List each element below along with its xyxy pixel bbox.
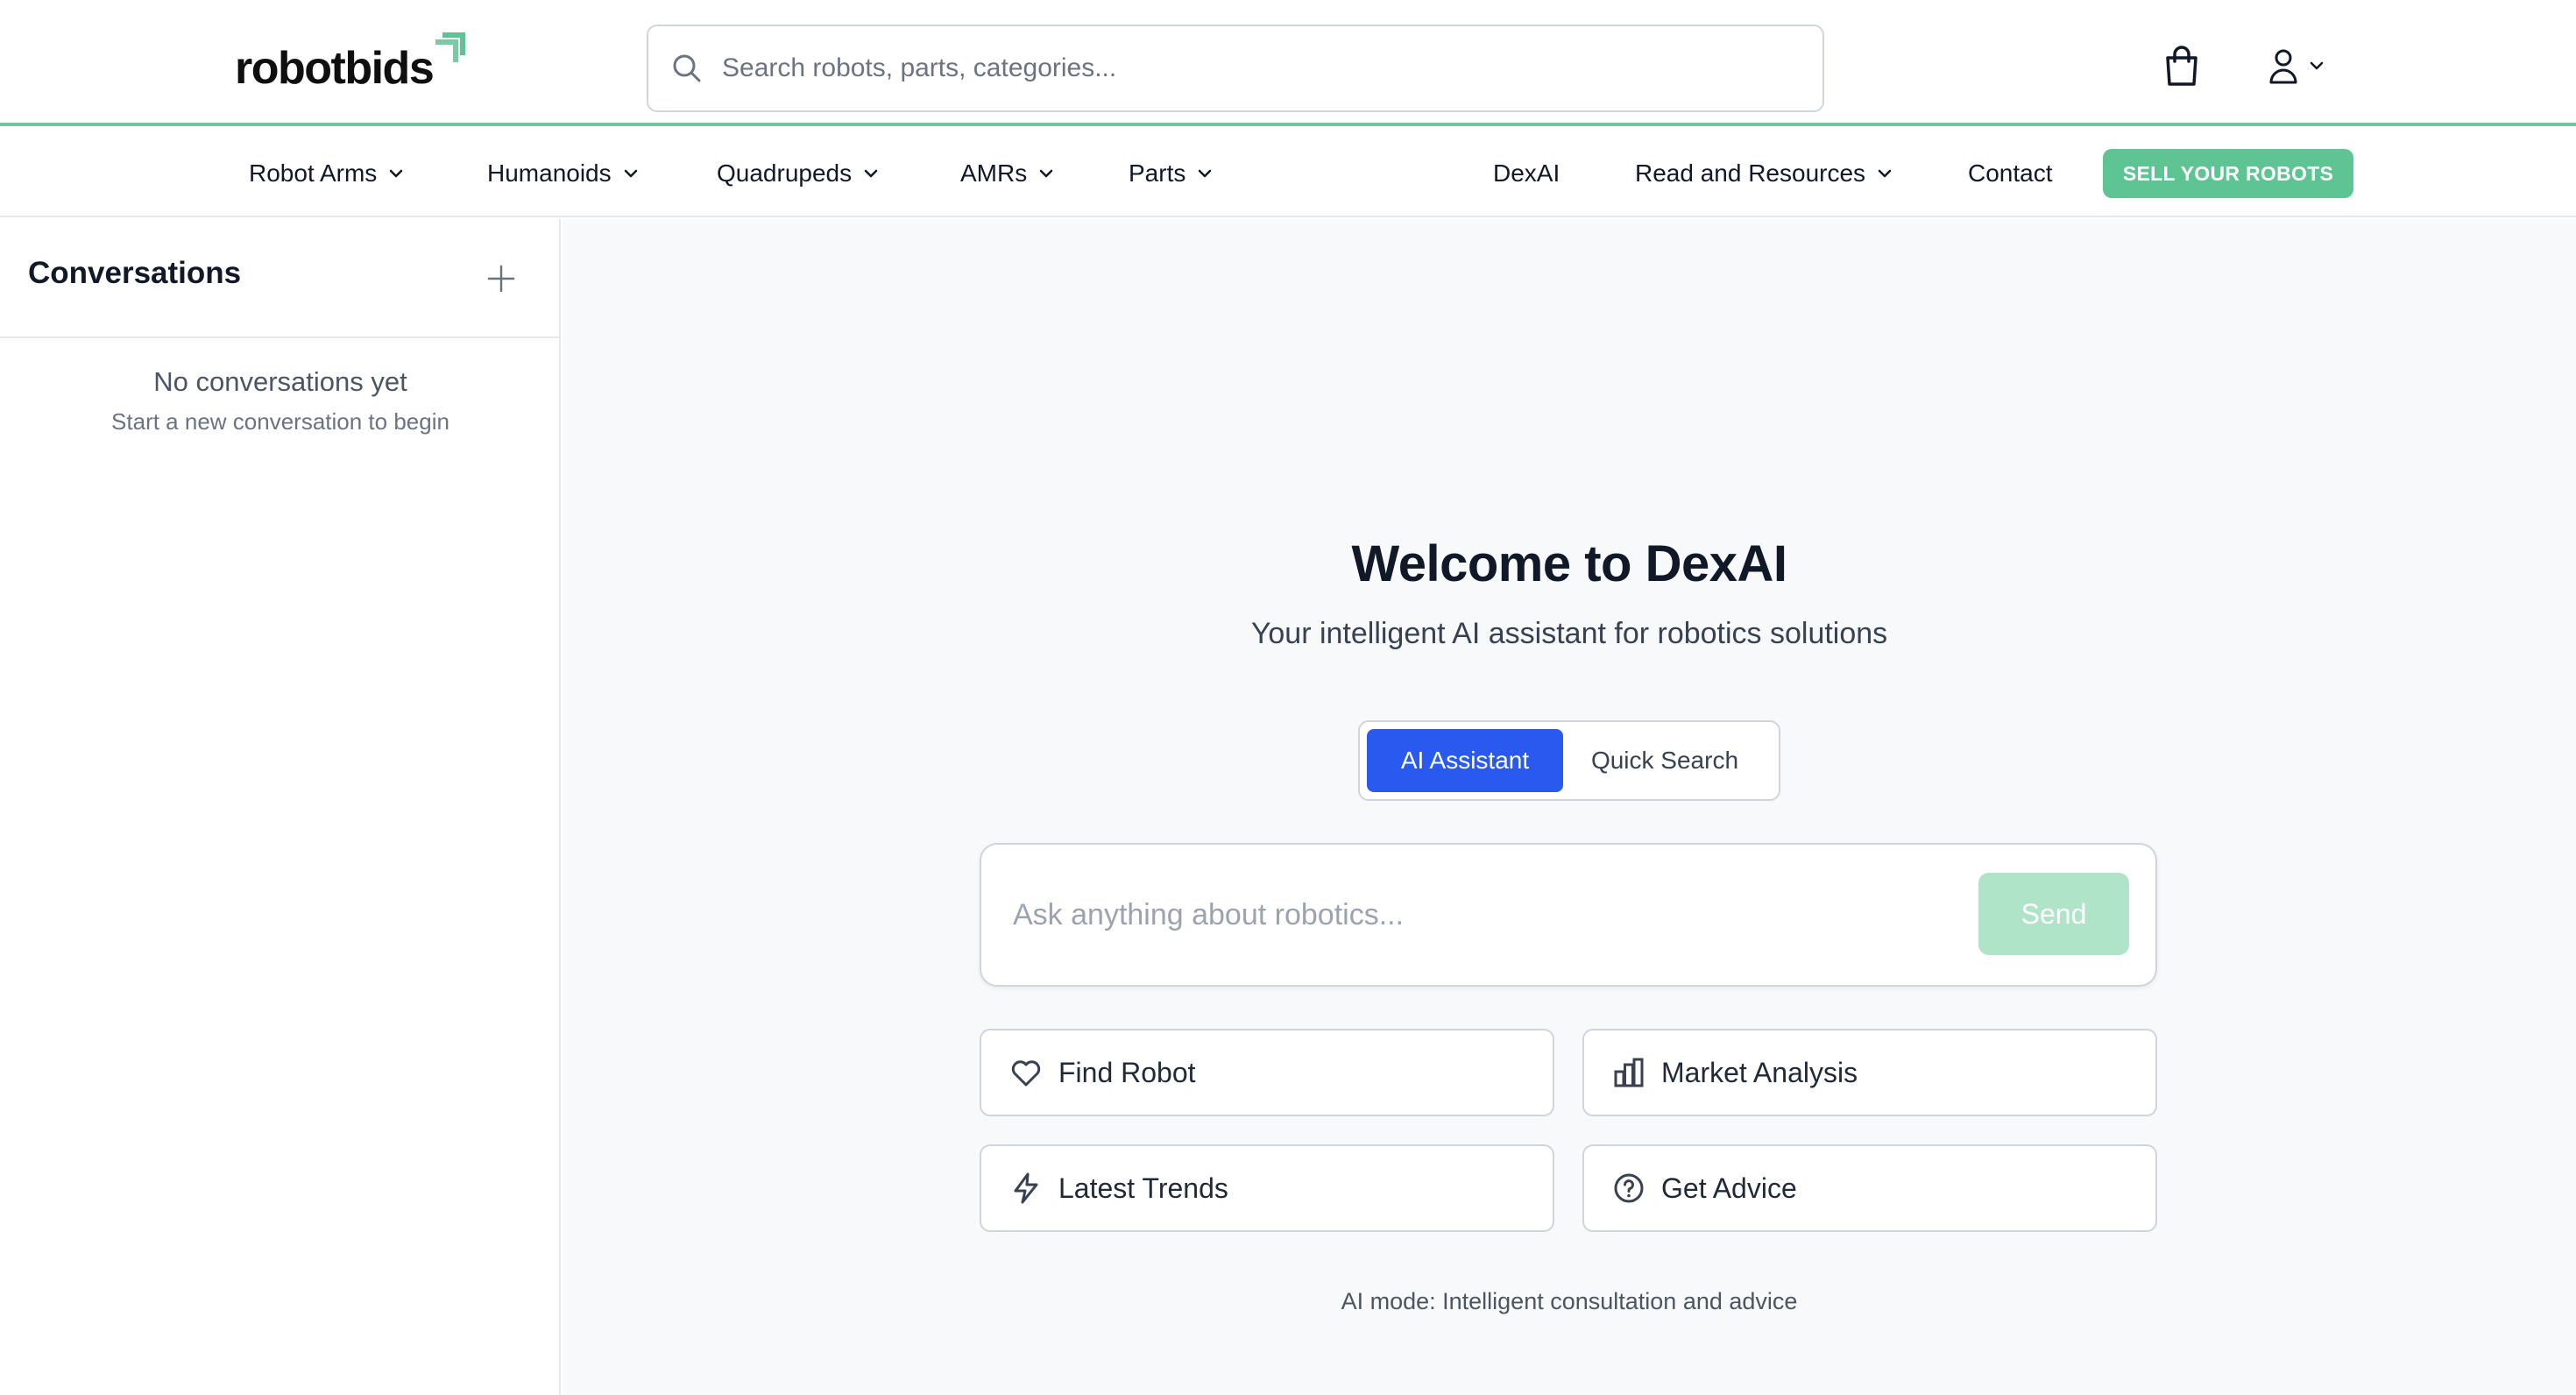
ask-box: Send bbox=[980, 843, 2157, 987]
bar-chart-icon bbox=[1614, 1058, 1644, 1087]
search-icon bbox=[673, 54, 701, 82]
nav-item-humanoids[interactable]: Humanoids bbox=[487, 156, 640, 191]
robotbids-logo[interactable]: robotbids bbox=[235, 32, 466, 94]
action-label: Latest Trends bbox=[1058, 1172, 1228, 1204]
logo-arrow-icon bbox=[435, 32, 466, 62]
ai-assistant-tab[interactable]: AI Assistant bbox=[1367, 729, 1563, 792]
empty-state-title: No conversations yet bbox=[153, 366, 407, 397]
nav-label: Parts bbox=[1129, 159, 1186, 187]
help-circle-icon bbox=[1614, 1173, 1644, 1203]
chevron-down-icon bbox=[390, 169, 403, 178]
plus-icon[interactable] bbox=[484, 261, 519, 296]
nav-item-quadrupeds[interactable]: Quadrupeds bbox=[717, 156, 880, 191]
shopping-bag-icon[interactable] bbox=[2161, 44, 2203, 88]
mode-description: AI mode: Intelligent consultation and ad… bbox=[1341, 1288, 1798, 1314]
welcome-title: Welcome to DexAI bbox=[1351, 535, 1787, 592]
nav-item-read-and-resources[interactable]: Read and Resources bbox=[1635, 156, 1893, 191]
action-label: Get Advice bbox=[1661, 1172, 1797, 1204]
empty-state-subtitle: Start a new conversation to begin bbox=[111, 408, 449, 435]
nav-label: Read and Resources bbox=[1635, 159, 1866, 187]
send-button[interactable]: Send bbox=[1978, 873, 2129, 955]
logo-text: robotbids bbox=[235, 43, 435, 94]
latest-trends-button[interactable]: Latest Trends bbox=[980, 1144, 1554, 1232]
nav-label: Contact bbox=[1968, 159, 2053, 187]
chevron-down-icon bbox=[624, 169, 637, 178]
action-label: Find Robot bbox=[1058, 1056, 1196, 1088]
market-analysis-button[interactable]: Market Analysis bbox=[1582, 1029, 2157, 1116]
nav-label: Robot Arms bbox=[249, 159, 378, 187]
search-input[interactable] bbox=[720, 53, 1772, 84]
nav-item-parts[interactable]: Parts bbox=[1129, 156, 1214, 191]
nav-label: Humanoids bbox=[487, 159, 612, 187]
ask-input[interactable] bbox=[1011, 890, 1957, 939]
welcome-subtitle: Your intelligent AI assistant for roboti… bbox=[1250, 617, 1888, 650]
get-advice-button[interactable]: Get Advice bbox=[1582, 1144, 2157, 1232]
action-label: Market Analysis bbox=[1661, 1056, 1858, 1088]
nav-item-amrs[interactable]: AMRs bbox=[960, 156, 1055, 191]
nav-item-contact[interactable]: Contact bbox=[1968, 156, 2053, 191]
sell-your-robots-button[interactable]: SELL YOUR ROBOTS bbox=[2103, 149, 2353, 198]
user-icon bbox=[2269, 49, 2297, 84]
chevron-down-icon bbox=[864, 169, 878, 178]
chevron-down-icon bbox=[2310, 61, 2324, 70]
nav-label: AMRs bbox=[960, 159, 1028, 187]
user-menu[interactable] bbox=[2268, 47, 2325, 84]
mode-toggle: AI Assistant Quick Search bbox=[1358, 720, 1780, 801]
lightning-icon bbox=[1014, 1172, 1038, 1204]
main-nav: Robot Arms Humanoids Quadrupeds AMRs Par… bbox=[0, 130, 2576, 217]
chevron-down-icon bbox=[1878, 169, 1892, 178]
sidebar-header: Conversations bbox=[0, 219, 559, 338]
chevron-down-icon bbox=[1039, 169, 1053, 178]
chevron-down-icon bbox=[1199, 169, 1212, 178]
nav-label: DexAI bbox=[1493, 159, 1560, 187]
global-search[interactable] bbox=[647, 25, 1824, 112]
conversations-sidebar: Conversations No conversations yet Start… bbox=[0, 219, 561, 1395]
top-header: robotbids bbox=[0, 0, 2576, 126]
heart-icon bbox=[1011, 1060, 1041, 1087]
nav-item-dexai[interactable]: DexAI bbox=[1493, 156, 1560, 191]
nav-item-robot-arms[interactable]: Robot Arms bbox=[249, 156, 405, 191]
quick-search-tab[interactable]: Quick Search bbox=[1563, 729, 1766, 792]
sidebar-title: Conversations bbox=[28, 256, 242, 290]
find-robot-button[interactable]: Find Robot bbox=[980, 1029, 1554, 1116]
nav-label: Quadrupeds bbox=[717, 159, 853, 187]
dexai-main: Welcome to DexAI Your intelligent AI ass… bbox=[563, 219, 2576, 1395]
